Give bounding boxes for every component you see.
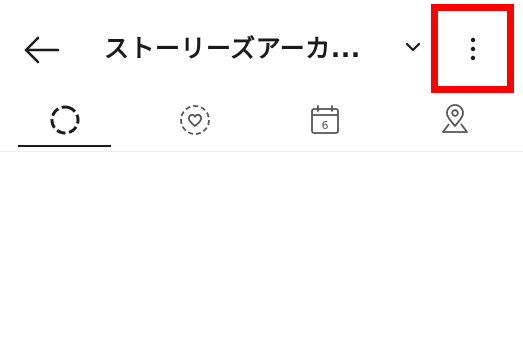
page-title[interactable]: ストーリーズアーカ... [104,27,361,71]
heart-circle-icon [179,105,210,135]
title-dropdown-button[interactable] [402,38,424,56]
back-button[interactable] [22,30,62,70]
calendar-icon: 6 [310,105,339,134]
top-bar: ストーリーズアーカ... [0,0,523,96]
tab-calendar[interactable]: 6 [278,96,371,152]
tab-map[interactable] [408,96,501,152]
map-pin-icon [441,104,468,133]
tab-stories-archive[interactable] [18,96,111,152]
tab-bar: 6 [0,96,523,152]
app-screen: ストーリーズアーカ... 6 [0,0,523,341]
story-ring-icon [50,105,79,135]
more-vertical-icon [470,37,475,60]
tab-highlights[interactable] [148,96,241,152]
calendar-day-number: 6 [321,119,328,132]
selected-tab-indicator [18,145,111,147]
arrow-left-icon [24,36,60,64]
chevron-down-icon [405,42,421,52]
more-button[interactable] [431,4,514,93]
archive-content-area [0,152,523,341]
